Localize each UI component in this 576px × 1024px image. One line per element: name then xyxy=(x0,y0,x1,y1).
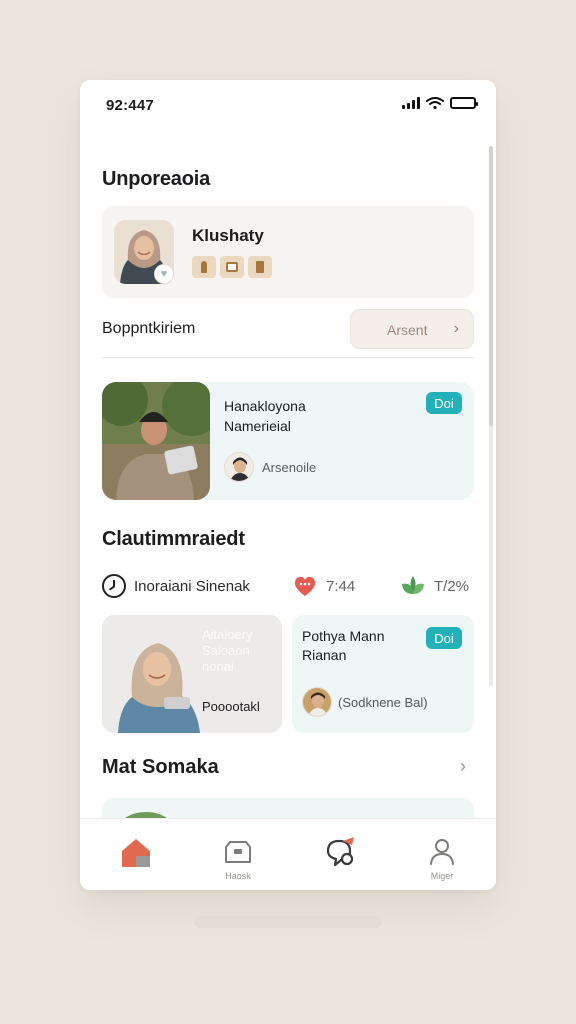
tab-home[interactable] xyxy=(84,819,188,890)
profile-name: Klushaty xyxy=(192,226,264,245)
feature-photo xyxy=(102,382,210,500)
category-card-photo xyxy=(112,615,212,733)
status-time: 92:447 xyxy=(106,97,154,114)
category-card-title: Pothya Mann Rianan xyxy=(302,628,385,663)
home-indicator[interactable] xyxy=(194,916,382,928)
feature-author: Arsenoile xyxy=(262,460,317,475)
stats-row: Inoraiani Sinenak 7:44 T/2% xyxy=(102,572,474,602)
divider xyxy=(102,357,474,358)
category-card[interactable]: Aitaioery Saioaon nonai Pooootakl xyxy=(102,615,282,733)
battery-icon xyxy=(450,97,478,109)
box-icon xyxy=(220,256,244,278)
tab-profile[interactable]: Miger xyxy=(390,819,494,890)
category-section-title: Clautimmraiedt xyxy=(102,528,245,550)
heart-icon[interactable]: ♥ xyxy=(154,264,174,284)
clock-icon xyxy=(102,574,126,598)
author-avatar xyxy=(302,687,332,717)
tab-label: Haosk xyxy=(225,871,251,881)
leaf-icon xyxy=(402,576,424,594)
tab-messages[interactable] xyxy=(288,819,392,890)
wifi-icon xyxy=(426,97,444,109)
profile-section-title: Unporeaoia xyxy=(102,168,211,190)
appointment-button-label: Arsent xyxy=(387,322,428,338)
scrollbar-thumb[interactable] xyxy=(489,146,493,426)
stat-item[interactable]: Inoraiani Sinenak xyxy=(102,572,250,600)
box-icon xyxy=(225,841,251,863)
list-section-title: Mat Somaka xyxy=(102,756,219,778)
feature-card[interactable]: Hanakloyona Namerieial Doi Arsenoile xyxy=(102,382,474,500)
category-card-label: Pooootakl xyxy=(202,699,260,714)
stat-item[interactable]: T/2% xyxy=(400,572,469,600)
feature-badge[interactable]: Doi xyxy=(426,392,462,414)
tab-label: Miger xyxy=(430,871,454,881)
message-icon xyxy=(326,837,354,867)
chevron-right-icon[interactable]: › xyxy=(460,756,466,777)
phone-screen: 92:447 Unporeaoia ♥ Klushaty Boppntkirie… xyxy=(80,80,496,890)
stat-item[interactable]: 7:44 xyxy=(292,572,355,600)
category-card-author: (Sodknene Bal) xyxy=(338,695,428,710)
status-bar: 92:447 xyxy=(80,80,496,132)
profile-card[interactable]: ♥ Klushaty xyxy=(102,206,474,298)
heart-icon xyxy=(294,576,316,596)
tab-bar: Haosk Miger xyxy=(80,818,496,890)
chevron-right-icon: › xyxy=(453,320,459,337)
signal-icon xyxy=(402,97,420,109)
scrollbar[interactable] xyxy=(489,146,493,686)
profile-tags xyxy=(192,256,272,278)
status-icons xyxy=(402,97,478,109)
feature-title: Hanakloyona Namerieial xyxy=(224,398,306,434)
category-card-faded-text: Aitaioery Saioaon nonai xyxy=(202,627,253,674)
category-card[interactable]: Pothya Mann Rianan Doi (Sodknene Bal) xyxy=(292,615,474,733)
category-card-badge[interactable]: Doi xyxy=(426,627,462,649)
bottle-icon xyxy=(192,256,216,278)
appointment-button[interactable]: Arsent › xyxy=(350,309,474,349)
bookmark-icon xyxy=(248,256,272,278)
stat-value: 7:44 xyxy=(326,577,356,595)
appointment-label: Boppntkiriem xyxy=(102,320,196,337)
profile-icon xyxy=(430,839,454,865)
stat-label: Inoraiani Sinenak xyxy=(134,577,250,595)
author-avatar xyxy=(224,452,254,482)
stat-value: T/2% xyxy=(434,577,470,595)
tab-box[interactable]: Haosk xyxy=(186,819,290,890)
home-icon xyxy=(122,839,150,867)
